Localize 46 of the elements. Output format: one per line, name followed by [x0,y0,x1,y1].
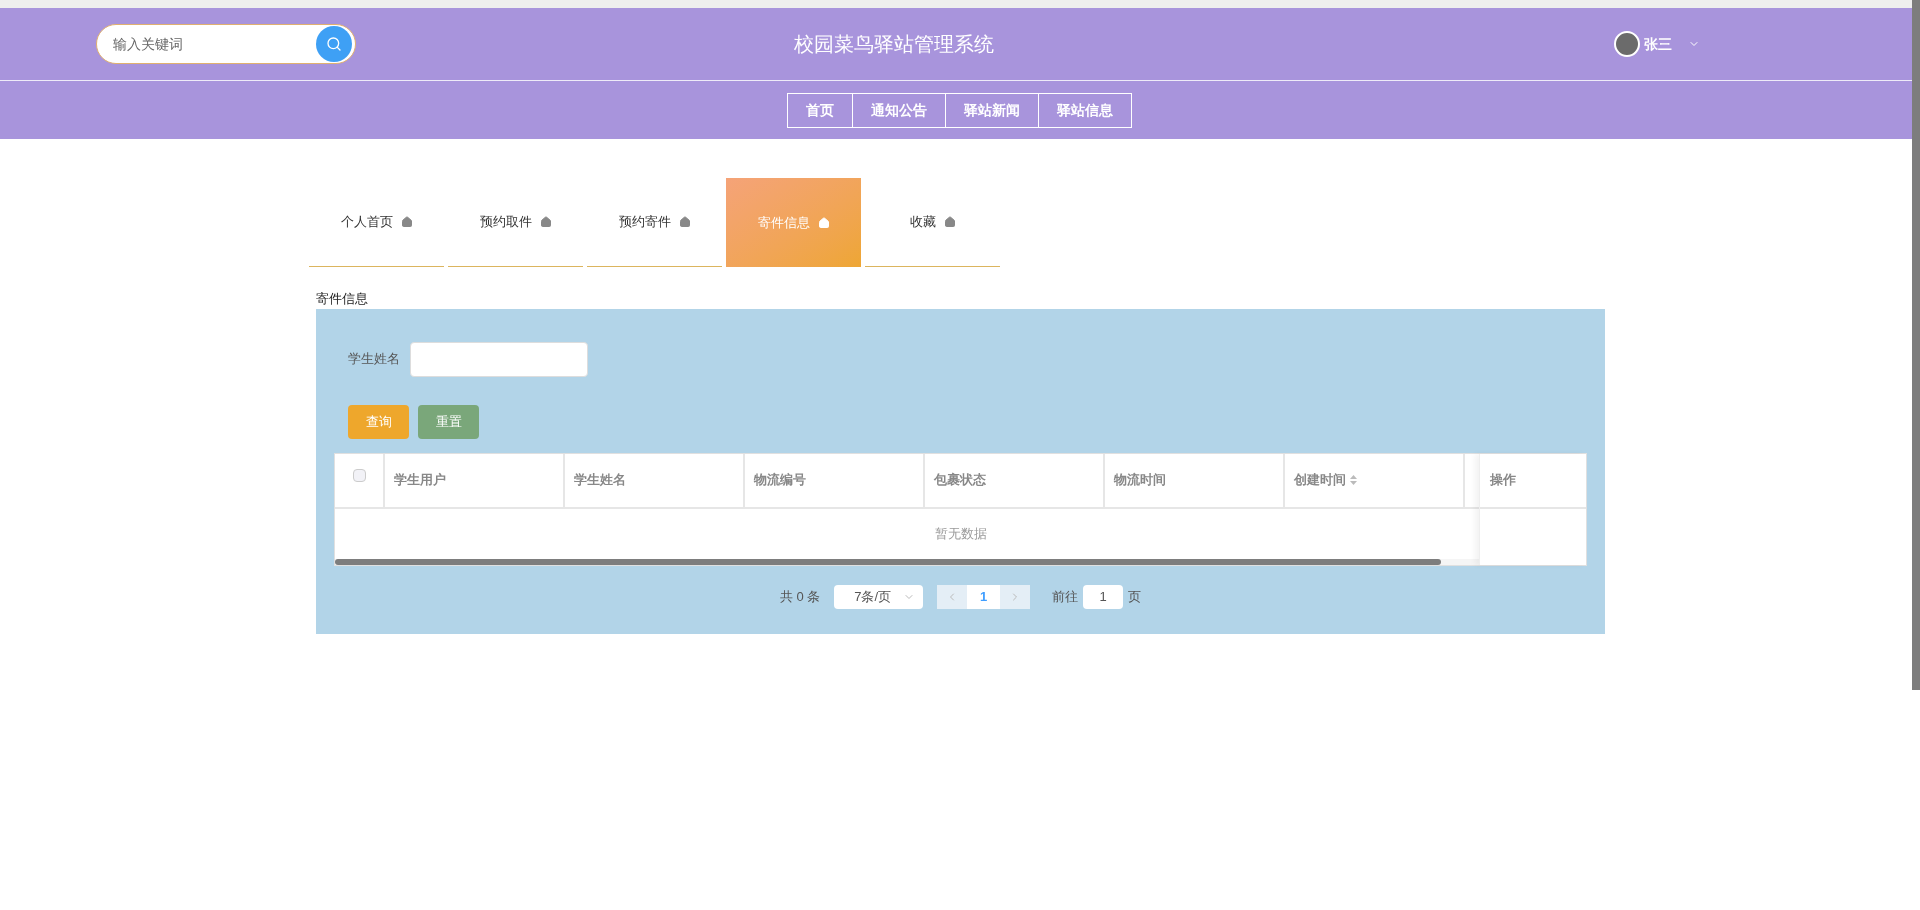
goto-suffix: 页 [1128,587,1142,606]
tab[interactable]: 预约取件 [448,178,583,267]
avatar-icon [1614,31,1640,57]
user-menu[interactable]: 张三 [1614,31,1700,57]
tab[interactable]: 收藏 [865,178,1000,267]
site-title: 校园菜鸟驿站管理系统 [793,32,994,57]
home-icon [678,216,691,228]
search-button[interactable] [316,26,352,62]
home-icon [943,216,956,228]
name-input[interactable] [410,341,588,377]
column-header: 创建时间 [1285,453,1465,507]
search-box[interactable]: 输入关键词 [96,24,356,64]
page-scrollbar[interactable] [1912,0,1920,690]
reset-button[interactable]: 重置 [418,404,479,439]
tab[interactable]: 寄件信息 [726,178,861,267]
column-header: 物流时间 [1105,453,1285,507]
scrollbar-thumb[interactable] [335,558,1441,565]
search-field[interactable]: 输入关键词 [113,33,316,55]
total-count: 共 0 条 [779,587,821,606]
tab[interactable]: 个人首页 [309,178,444,267]
tab[interactable]: 预约寄件 [587,178,722,267]
home-icon [400,216,413,228]
column-header: 操作 [1490,471,1516,490]
column-header: 物流编号 [745,453,925,507]
page-size-select[interactable]: 7条/页 [834,584,924,609]
next-page-button[interactable] [1000,584,1031,609]
nav-link[interactable]: 通知公告 [852,92,946,128]
nav-link[interactable]: 驿站新闻 [945,92,1039,128]
select-all-checkbox[interactable] [352,468,366,482]
home-icon [539,216,552,228]
home-icon [817,216,830,229]
sort-icon[interactable] [1350,475,1357,485]
section-title: 寄件信息 [316,290,369,308]
goto-page-input[interactable]: 1 [1083,584,1124,609]
goto-label: 前往 [1052,587,1079,606]
search-icon [326,36,342,52]
filter-label: 学生姓名 [348,350,400,369]
column-header: 学生姓名 [565,453,745,507]
search-button[interactable]: 查询 [348,404,409,439]
empty-message: 暂无数据 [934,524,987,543]
prev-page-button[interactable] [937,584,968,609]
nav-link[interactable]: 首页 [787,92,853,128]
page-button[interactable]: 1 [967,584,1001,609]
nav-link[interactable]: 驿站信息 [1038,92,1132,128]
column-header: 包裹状态 [925,453,1105,507]
column-header: 学生用户 [385,453,565,507]
